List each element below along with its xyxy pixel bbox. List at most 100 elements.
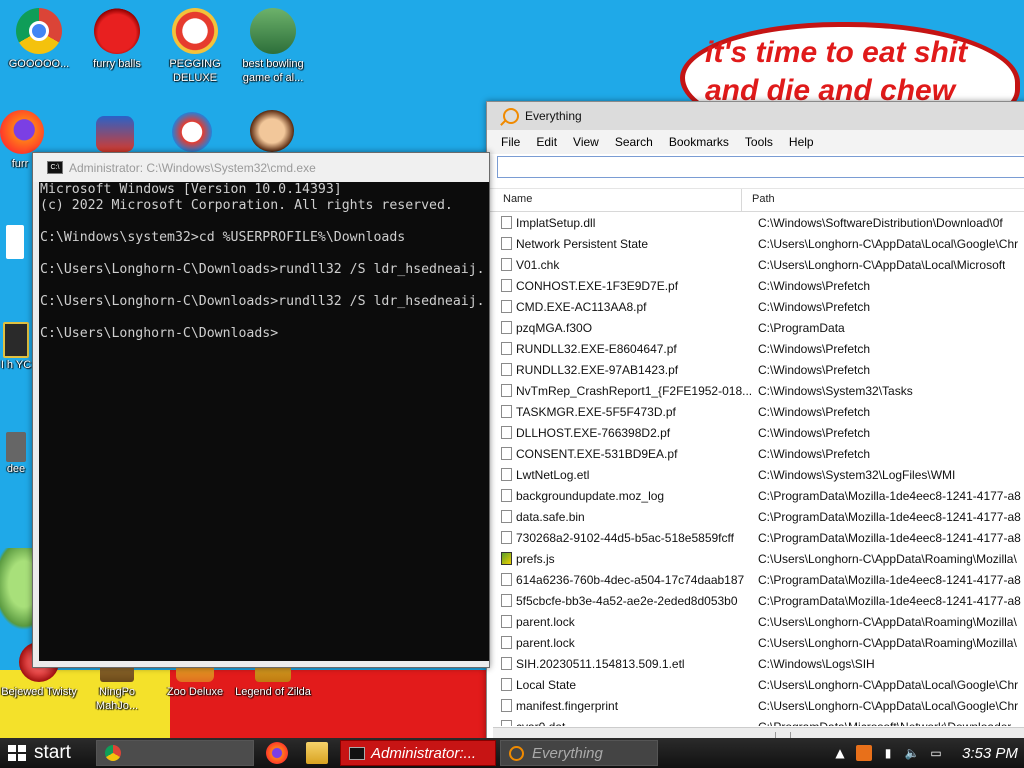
result-row[interactable]: prefs.js C:\Users\Longhorn-C\AppData\Roam… [487, 548, 1024, 569]
show-hidden-icons-chevron-icon[interactable]: ▲ [832, 745, 848, 761]
result-row[interactable]: LwtNetLog.etl C:\Windows\System32\LogFile… [487, 464, 1024, 485]
volume-icon[interactable]: 🔈 [904, 745, 920, 761]
result-path: C:\Users\Longhorn-C\AppData\Roaming\Mozi… [758, 635, 1017, 650]
taskbar-button-chrome[interactable] [96, 740, 254, 766]
result-path: C:\Windows\Prefetch [758, 341, 871, 356]
desktop-icon-partial-3[interactable]: dee [0, 432, 32, 476]
result-name: Network Persistent State [516, 236, 649, 251]
wallpaper-bubble-text: it's time to eat shit and die and chew [705, 36, 968, 107]
app-tray-icon[interactable] [856, 745, 872, 761]
desktop-icon-pegging-deluxe[interactable]: PEGGING DELUXE [156, 8, 234, 85]
desktop-icon-partial-2[interactable]: I h YC [0, 322, 32, 372]
game-icon [96, 116, 134, 152]
desktop-icon-game-3[interactable] [244, 110, 300, 152]
file-icon [501, 489, 512, 502]
column-header-path[interactable]: Path [742, 189, 775, 211]
cmd-titlebar[interactable]: C:\ Administrator: C:\Windows\System32\c… [33, 153, 489, 182]
firefox-quicklaunch-icon[interactable] [266, 742, 288, 764]
file-icon [501, 720, 512, 726]
clock[interactable]: 3:53 PM [962, 745, 1018, 762]
result-name: DLLHOST.EXE-766398D2.pf [516, 425, 671, 440]
cmd-console-output[interactable]: Microsoft Windows [Version 10.0.14393] (… [39, 182, 489, 661]
menu-tools[interactable]: Tools [737, 135, 781, 149]
desktop-icon-game-2[interactable] [166, 112, 218, 152]
result-name: cvar0.dat [516, 720, 752, 727]
file-icon [501, 279, 512, 292]
file-explorer-icon[interactable] [306, 742, 328, 764]
menu-help[interactable]: Help [781, 135, 822, 149]
result-row[interactable]: 730268a2-9102-44d5-b5ac-518e5859fcff C:\P… [487, 527, 1024, 548]
result-row[interactable]: NvTmRep_CrashReport1_{F2FE1952-018... C:\… [487, 380, 1024, 401]
result-name: ImplatSetup.dll [516, 215, 596, 230]
desktop-icon-furry-balls[interactable]: furry balls [78, 8, 156, 71]
file-icon [501, 237, 512, 250]
network-icon[interactable]: ▮ [880, 745, 896, 761]
result-row[interactable]: V01.chk C:\Users\Longhorn-C\AppData\Local… [487, 254, 1024, 275]
result-row[interactable]: cvar0.datC:\ProgramData\Microsoft\Networ… [487, 716, 1024, 726]
bowling-icon [250, 8, 296, 54]
file-icon [501, 384, 512, 397]
desktop-icon-label: I h YC [0, 359, 32, 371]
result-row[interactable]: 614a6236-760b-4dec-a504-17c74daab187 C:\P… [487, 569, 1024, 590]
result-path: C:\ProgramData\Microsoft\Network\Downloa… [752, 720, 1011, 727]
result-row[interactable]: Local State C:\Users\Longhorn-C\AppData\L… [487, 674, 1024, 695]
result-name: SIH.20230511.154813.509.1.etl [516, 656, 685, 671]
result-name: Local State [516, 677, 577, 692]
result-row[interactable]: parent.lock C:\Users\Longhorn-C\AppData\R… [487, 611, 1024, 632]
result-row[interactable]: CONSENT.EXE-531BD9EA.pf C:\Windows\Prefet… [487, 443, 1024, 464]
file-icon [501, 510, 512, 523]
taskbar-button-cmd[interactable]: Administrator:... [340, 740, 496, 766]
result-path: C:\ProgramData\Mozilla-1de4eec8-1241-417… [758, 530, 1021, 545]
results-list[interactable]: ImplatSetup.dll C:\Windows\SoftwareDistri… [487, 212, 1024, 726]
result-row[interactable]: pzqMGA.f30O C:\ProgramData [487, 317, 1024, 338]
result-row[interactable]: SIH.20230511.154813.509.1.etl C:\Windows\… [487, 653, 1024, 674]
result-row[interactable]: CMD.EXE-AC113AA8.pf C:\Windows\Prefetch [487, 296, 1024, 317]
result-name: LwtNetLog.etl [516, 467, 590, 482]
menu-search[interactable]: Search [607, 135, 661, 149]
result-row[interactable]: Network Persistent State C:\Users\Longhor… [487, 233, 1024, 254]
chrome-icon [16, 8, 62, 54]
taskbar-button-everything[interactable]: Everything [500, 740, 658, 766]
result-name: RUNDLL32.EXE-E8604647.pf [516, 341, 677, 356]
menu-edit[interactable]: Edit [528, 135, 565, 149]
cmd-window[interactable]: C:\ Administrator: C:\Windows\System32\c… [32, 152, 490, 668]
result-name: backgroundupdate.moz_log [516, 488, 665, 503]
everything-titlebar[interactable]: Everything [487, 102, 1024, 130]
column-header-name[interactable]: Name [487, 189, 742, 211]
desktop-icon-bowling[interactable]: best bowling game of al... [234, 8, 312, 85]
menu-view[interactable]: View [565, 135, 607, 149]
magnifier-icon [503, 108, 519, 124]
result-row[interactable]: parent.lock C:\Users\Longhorn-C\AppData\R… [487, 632, 1024, 653]
result-name: NvTmRep_CrashReport1_{F2FE1952-018... [516, 383, 752, 398]
file-icon [501, 552, 512, 565]
furry-balls-icon [94, 8, 140, 54]
result-row[interactable]: manifest.fingerprint C:\Users\Longhorn-C\… [487, 695, 1024, 716]
desktop-icon-label: GOOOOO... [8, 58, 70, 70]
menu-file[interactable]: File [493, 135, 528, 149]
menu-bookmarks[interactable]: Bookmarks [661, 135, 737, 149]
result-name: manifest.fingerprint [516, 698, 619, 713]
result-name: 730268a2-9102-44d5-b5ac-518e5859fcff [516, 530, 734, 545]
cmd-title: Administrator: C:\Windows\System32\cmd.e… [69, 160, 316, 175]
everything-window[interactable]: Everything File Edit View Search Bookmar… [486, 101, 1024, 743]
desktop-icon-label: PEGGING DELUXE [169, 58, 221, 84]
start-button[interactable]: start [0, 738, 92, 768]
result-row[interactable]: data.safe.bin C:\ProgramData\Mozilla-1de4… [487, 506, 1024, 527]
desktop-icon-label: furry balls [93, 58, 141, 70]
desktop-icon-game[interactable] [90, 116, 140, 152]
message-icon[interactable]: ▭ [928, 745, 944, 761]
result-row[interactable]: CONHOST.EXE-1F3E9D7E.pf C:\Windows\Prefet… [487, 275, 1024, 296]
result-name: parent.lock [516, 635, 575, 650]
result-row[interactable]: RUNDLL32.EXE-E8604647.pf C:\Windows\Prefe… [487, 338, 1024, 359]
desktop-icon-chrome[interactable]: GOOOOO... [0, 8, 78, 71]
result-row[interactable]: ImplatSetup.dll C:\Windows\SoftwareDistri… [487, 212, 1024, 233]
result-path: C:\Users\Longhorn-C\AppData\Local\Google… [758, 236, 1019, 251]
result-row[interactable]: TASKMGR.EXE-5F5F473D.pf C:\Windows\Prefet… [487, 401, 1024, 422]
result-row[interactable]: 5f5cbcfe-bb3e-4a52-ae2e-2eded8d053b0 C:\P… [487, 590, 1024, 611]
search-input[interactable] [497, 156, 1024, 178]
desktop-icon-partial-1[interactable] [0, 225, 30, 259]
result-path: C:\Users\Longhorn-C\AppData\Roaming\Mozi… [758, 551, 1017, 566]
result-row[interactable]: DLLHOST.EXE-766398D2.pf C:\Windows\Prefet… [487, 422, 1024, 443]
result-row[interactable]: backgroundupdate.moz_log C:\ProgramData\M… [487, 485, 1024, 506]
result-row[interactable]: RUNDLL32.EXE-97AB1423.pf C:\Windows\Prefe… [487, 359, 1024, 380]
